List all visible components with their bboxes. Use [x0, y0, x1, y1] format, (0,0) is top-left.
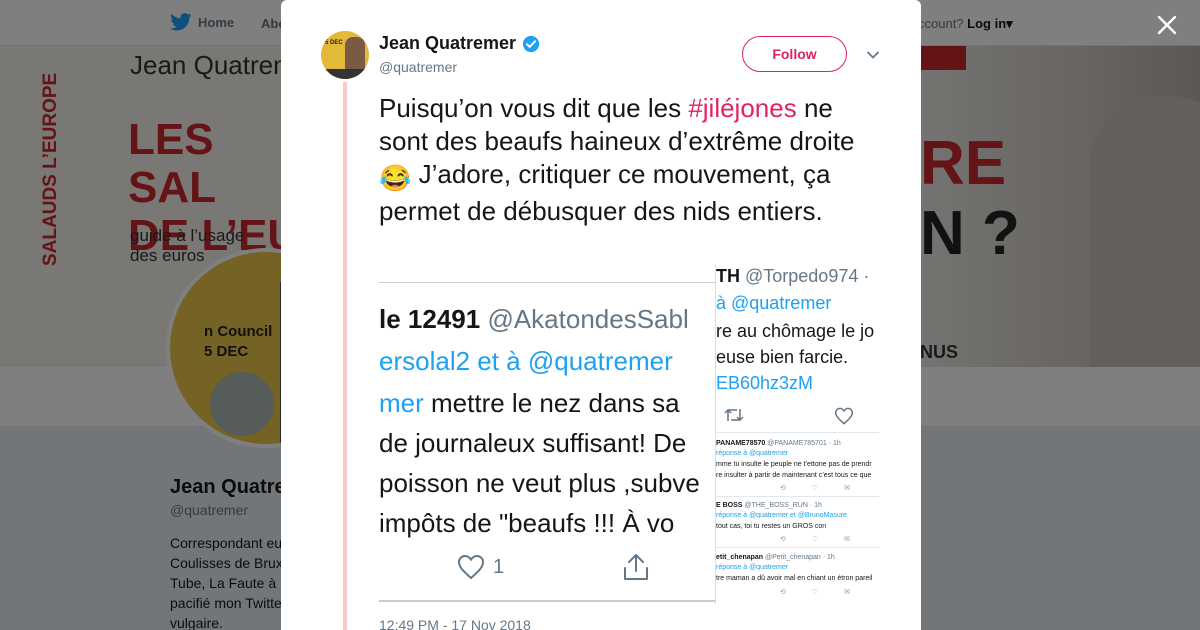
laughing-emoji-icon: 😂 [379, 163, 412, 193]
tweet-modal: 5 DEC Jean Quatremer @quatremer Follow P… [281, 0, 921, 630]
close-button[interactable] [1152, 10, 1182, 40]
media-screenshot-right: TH @Torpedo974 · à @quatremer re au chôm… [716, 264, 879, 604]
tweet-text: Puisqu’on vous dit que les #jiléjones ne… [379, 93, 855, 226]
tweet-timestamp[interactable]: 12:49 PM - 17 Nov 2018 [379, 617, 531, 630]
tweet-options-button[interactable] [863, 45, 883, 65]
tweet-author-name[interactable]: Jean Quatremer [379, 33, 540, 54]
retweet-icon [724, 408, 744, 422]
heart-icon [457, 554, 485, 580]
tweet-author-handle[interactable]: @quatremer [379, 59, 457, 75]
like-count: 1 [493, 555, 505, 578]
share-icon [624, 554, 648, 580]
hashtag-link[interactable]: #jiléjones [688, 93, 796, 123]
follow-button[interactable]: Follow [742, 36, 847, 72]
chevron-down-icon [866, 51, 880, 59]
verified-badge-icon [522, 35, 540, 52]
thread-line [343, 82, 347, 630]
heart-icon [834, 407, 854, 425]
tweet-media-image[interactable]: le 12491 @AkatondesSabl ersolal2 et à @q… [379, 264, 879, 604]
close-icon [1157, 15, 1177, 35]
tweet-author-avatar[interactable]: 5 DEC [321, 31, 369, 79]
media-screenshot-left: le 12491 @AkatondesSabl ersolal2 et à @q… [379, 264, 716, 604]
